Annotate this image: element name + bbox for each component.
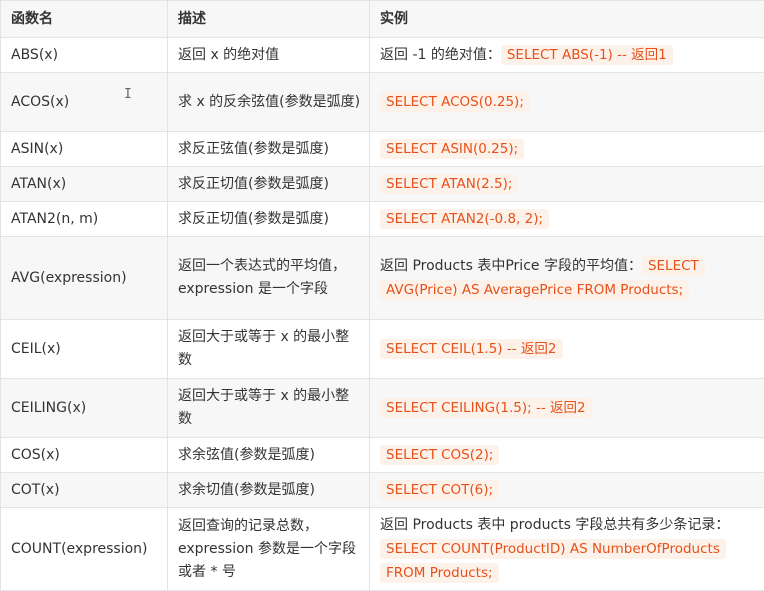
example-code: SELECT COS(2); <box>380 445 499 465</box>
table-row: AVG(expression) 返回一个表达式的平均值，expression 是… <box>1 237 764 320</box>
function-example: SELECT COT(6); <box>370 473 764 508</box>
function-name: ATAN(x) <box>1 167 168 202</box>
example-code: SELECT CEILING(1.5); -- 返回2 <box>380 398 592 418</box>
function-name: COUNT(expression) <box>1 508 168 591</box>
function-description: 返回 x 的绝对值 <box>168 38 370 73</box>
example-text: 返回 -1 的绝对值： <box>380 47 501 63</box>
function-description: 求反正弦值(参数是弧度) <box>168 132 370 167</box>
function-description: 求反正切值(参数是弧度) <box>168 167 370 202</box>
function-name: CEILING(x) <box>1 379 168 438</box>
function-example: SELECT CEIL(1.5) -- 返回2 <box>370 320 764 379</box>
example-code: SELECT CEIL(1.5) -- 返回2 <box>380 339 563 359</box>
example-text: 返回 Products 表中Price 字段的平均值： <box>380 258 642 274</box>
function-name: CEIL(x) <box>1 320 168 379</box>
table-row: ASIN(x) 求反正弦值(参数是弧度) SELECT ASIN(0.25); <box>1 132 764 167</box>
example-code: SELECT ACOS(0.25); <box>380 92 530 112</box>
table-row: COT(x) 求余切值(参数是弧度) SELECT COT(6); <box>1 473 764 508</box>
function-name: COT(x) <box>1 473 168 508</box>
header-description: 描述 <box>168 1 370 38</box>
example-code: SELECT COT(6); <box>380 480 499 500</box>
function-example: SELECT ACOS(0.25); <box>370 73 764 132</box>
example-text: 返回 Products 表中 products 字段总共有多少条记录： <box>380 517 729 533</box>
table-row: ABS(x) 返回 x 的绝对值 返回 -1 的绝对值：SELECT ABS(-… <box>1 38 764 73</box>
function-description: 返回查询的记录总数，expression 参数是一个字段或者 * 号 <box>168 508 370 591</box>
function-example: SELECT COS(2); <box>370 438 764 473</box>
table-row: CEILING(x) 返回大于或等于 x 的最小整数 SELECT CEILIN… <box>1 379 764 438</box>
function-example: SELECT ATAN2(-0.8, 2); <box>370 202 764 237</box>
function-example: 返回 Products 表中Price 字段的平均值：SELECT AVG(Pr… <box>370 237 764 320</box>
table-row: ATAN(x) 求反正切值(参数是弧度) SELECT ATAN(2.5); <box>1 167 764 202</box>
example-code: SELECT ABS(-1) -- 返回1 <box>501 45 673 65</box>
function-description: 求余弦值(参数是弧度) <box>168 438 370 473</box>
function-description: 返回大于或等于 x 的最小整数 <box>168 320 370 379</box>
function-example: 返回 Products 表中 products 字段总共有多少条记录： SELEC… <box>370 508 764 591</box>
function-name: ATAN2(n, m) <box>1 202 168 237</box>
table-row: ACOS(x) 求 x 的反余弦值(参数是弧度) SELECT ACOS(0.2… <box>1 73 764 132</box>
example-code: SELECT ATAN2(-0.8, 2); <box>380 209 549 229</box>
table-row: CEIL(x) 返回大于或等于 x 的最小整数 SELECT CEIL(1.5)… <box>1 320 764 379</box>
function-description: 求 x 的反余弦值(参数是弧度) <box>168 73 370 132</box>
function-name: ABS(x) <box>1 38 168 73</box>
text-cursor-icon: I <box>124 87 132 102</box>
example-code: SELECT ATAN(2.5); <box>380 174 518 194</box>
function-example: 返回 -1 的绝对值：SELECT ABS(-1) -- 返回1 <box>370 38 764 73</box>
function-name: ACOS(x) <box>1 73 168 132</box>
function-name: ASIN(x) <box>1 132 168 167</box>
function-example: SELECT ATAN(2.5); <box>370 167 764 202</box>
table-row: COS(x) 求余弦值(参数是弧度) SELECT COS(2); <box>1 438 764 473</box>
function-description: 返回大于或等于 x 的最小整数 <box>168 379 370 438</box>
function-name: COS(x) <box>1 438 168 473</box>
function-example: SELECT ASIN(0.25); <box>370 132 764 167</box>
function-example: SELECT CEILING(1.5); -- 返回2 <box>370 379 764 438</box>
function-description: 求余切值(参数是弧度) <box>168 473 370 508</box>
function-description: 返回一个表达式的平均值，expression 是一个字段 <box>168 237 370 320</box>
function-description: 求反正切值(参数是弧度) <box>168 202 370 237</box>
example-code: SELECT ASIN(0.25); <box>380 139 524 159</box>
header-function-name: 函数名 <box>1 1 168 38</box>
example-code: SELECT COUNT(ProductID) AS NumberOfProdu… <box>380 539 726 583</box>
table-row: ATAN2(n, m) 求反正切值(参数是弧度) SELECT ATAN2(-0… <box>1 202 764 237</box>
table-header-row: 函数名 描述 实例 <box>1 1 764 38</box>
function-name: AVG(expression) <box>1 237 168 320</box>
header-example: 实例 <box>370 1 764 38</box>
sql-function-table: 函数名 描述 实例 ABS(x) 返回 x 的绝对值 返回 -1 的绝对值：SE… <box>0 0 764 591</box>
table-row: COUNT(expression) 返回查询的记录总数，expression 参… <box>1 508 764 591</box>
